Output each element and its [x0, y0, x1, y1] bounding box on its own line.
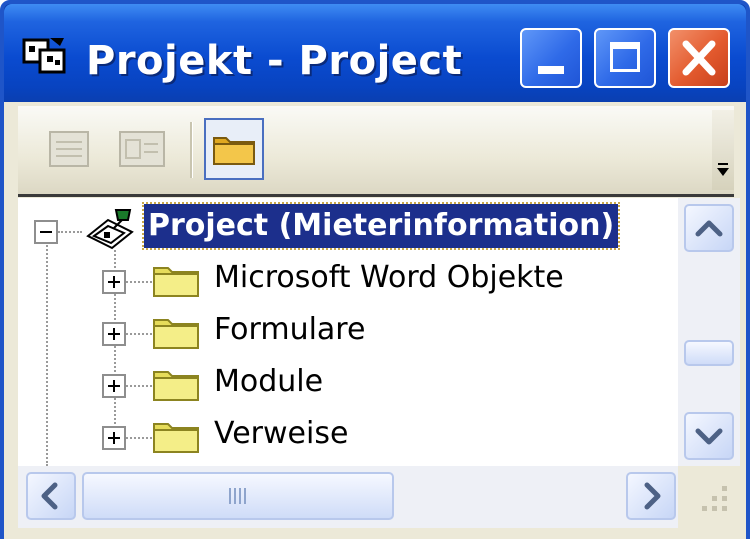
close-icon: [682, 40, 716, 76]
tree-root-label[interactable]: Project (Mieterinformation): [141, 202, 621, 250]
resize-grip-icon: [702, 486, 727, 511]
tree-item-label[interactable]: Formulare: [214, 312, 365, 347]
tree-item-label[interactable]: Verweise: [214, 416, 348, 451]
close-button[interactable]: [668, 28, 730, 88]
tree-item-references[interactable]: Verweise: [18, 412, 678, 464]
chevron-down-icon: [695, 428, 723, 445]
project-tree[interactable]: Project (Mieterinformation) Microsoft Wo…: [18, 198, 678, 466]
folder-icon: [153, 423, 199, 453]
window-title: Projekt - Project: [86, 38, 463, 84]
tree-line: [126, 437, 152, 439]
toolbar: [18, 106, 734, 197]
view-code-button[interactable]: [40, 118, 100, 180]
expand-icon[interactable]: [102, 270, 126, 294]
scroll-up-button[interactable]: [684, 204, 734, 252]
tree-line: [126, 385, 152, 387]
vertical-scrollbar[interactable]: [678, 198, 740, 466]
tree-item-modules[interactable]: Module: [18, 360, 678, 412]
view-object-icon: [119, 131, 165, 167]
vba-project-icon: [86, 209, 134, 250]
scroll-right-button[interactable]: [626, 472, 676, 520]
grip-icon: [229, 488, 246, 504]
tree-line: [126, 333, 152, 335]
resize-grip[interactable]: [678, 466, 740, 528]
horizontal-scrollbar[interactable]: [18, 466, 678, 528]
expand-icon[interactable]: [102, 374, 126, 398]
chevron-down-icon: [717, 163, 729, 176]
toolbar-separator: [190, 122, 193, 178]
tree-line: [126, 281, 152, 283]
project-explorer-window: Projekt - Project Project (Mieterinforma…: [0, 0, 750, 539]
view-object-button[interactable]: [112, 118, 172, 180]
expand-icon[interactable]: [102, 322, 126, 346]
tree-item-forms[interactable]: Formulare: [18, 308, 678, 360]
vba-project-icon: [22, 38, 66, 74]
folder-icon: [153, 319, 199, 349]
title-bar[interactable]: Projekt - Project: [4, 4, 746, 102]
folder-icon: [153, 267, 199, 297]
tree-item-word-objects[interactable]: Microsoft Word Objekte: [18, 256, 678, 308]
expand-icon[interactable]: [102, 426, 126, 450]
tree-line: [58, 231, 82, 233]
tree-item-label[interactable]: Module: [214, 364, 323, 399]
scroll-down-button[interactable]: [684, 412, 734, 460]
view-code-icon: [49, 131, 89, 167]
tree-root-row[interactable]: Project (Mieterinformation): [18, 202, 678, 256]
chevron-right-icon: [644, 482, 661, 510]
maximize-icon: [610, 42, 640, 72]
window-body: Project (Mieterinformation) Microsoft Wo…: [4, 102, 746, 539]
folder-icon: [153, 371, 199, 401]
toggle-folders-icon: [213, 137, 255, 165]
chevron-up-icon: [695, 220, 723, 237]
toolbar-overflow-button[interactable]: [712, 110, 734, 190]
collapse-icon[interactable]: [34, 220, 58, 244]
minimize-button[interactable]: [520, 28, 582, 88]
minimize-icon: [538, 66, 564, 74]
vertical-scroll-thumb[interactable]: [684, 340, 734, 366]
chevron-left-icon: [41, 482, 58, 510]
scroll-left-button[interactable]: [26, 472, 76, 520]
horizontal-scroll-thumb[interactable]: [82, 472, 394, 520]
toggle-folders-button[interactable]: [204, 118, 264, 180]
maximize-button[interactable]: [594, 28, 656, 88]
tree-item-label[interactable]: Microsoft Word Objekte: [214, 260, 564, 295]
